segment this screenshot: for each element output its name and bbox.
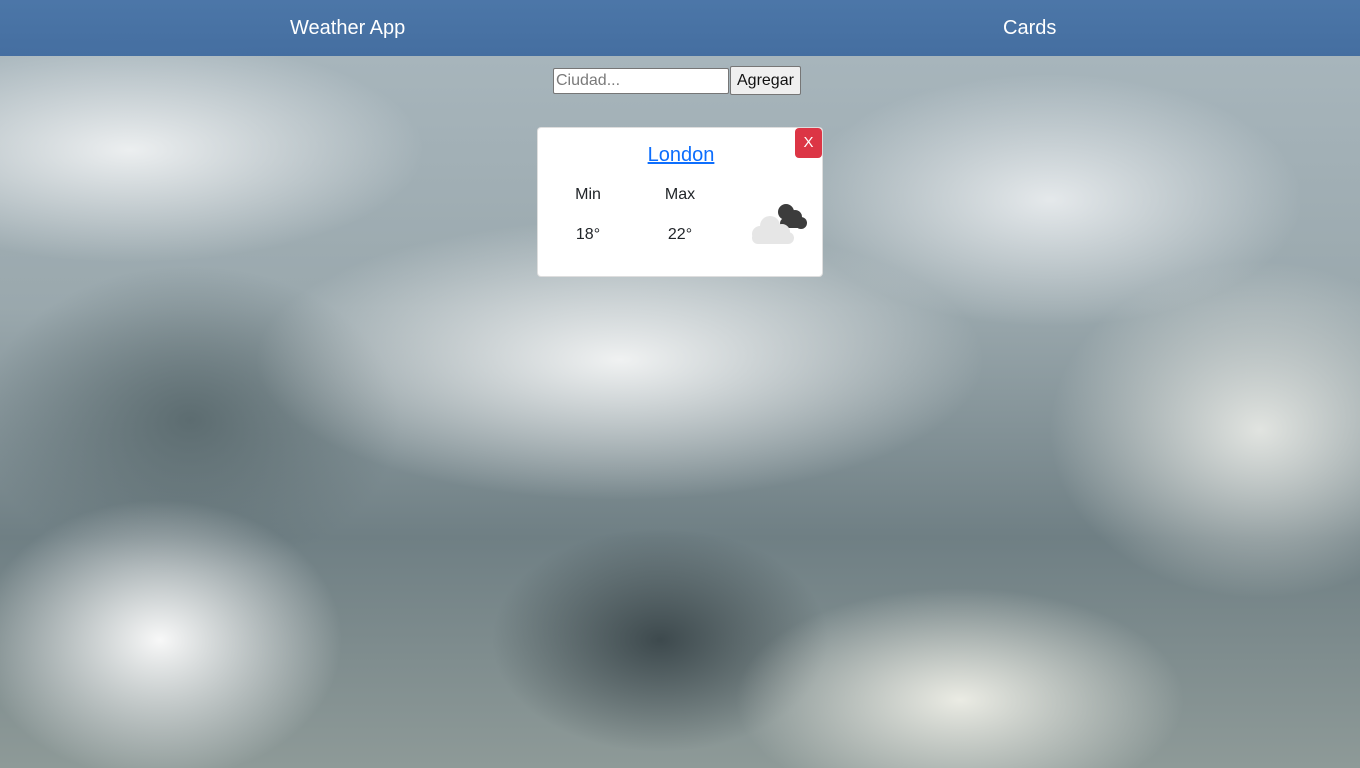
nav-link-cards[interactable]: Cards [1003, 17, 1056, 40]
add-city-button[interactable]: Agregar [730, 66, 801, 95]
broken-clouds-icon [752, 204, 807, 244]
weather-card: X London Min 18° Max 22° [537, 127, 823, 277]
max-label: Max [664, 186, 696, 203]
search-form: Agregar [553, 66, 801, 95]
min-label: Min [575, 186, 601, 203]
city-search-input[interactable] [553, 67, 729, 94]
top-navbar: Weather App Cards [0, 0, 1360, 56]
brand-link[interactable]: Weather App [290, 17, 405, 40]
max-value: 22° [667, 226, 693, 243]
city-link[interactable]: London [538, 144, 824, 167]
min-value: 18° [575, 226, 601, 243]
